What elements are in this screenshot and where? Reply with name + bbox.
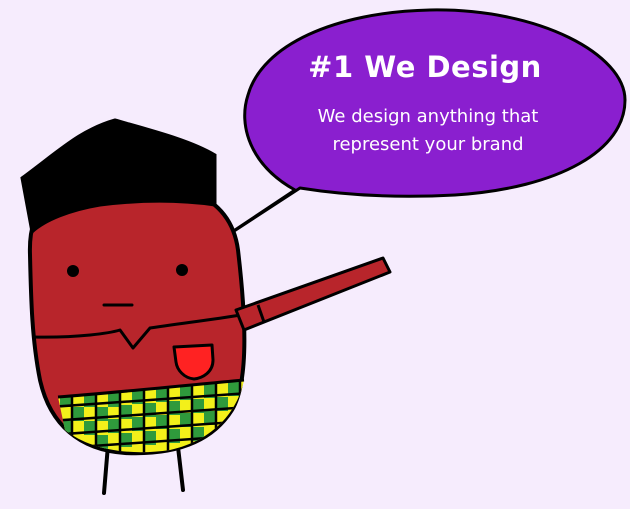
bubble-text: We design anything that represent your b… [268,103,588,159]
bubble-line-2: represent your brand [332,134,524,155]
bubble-line-1: We design anything that [317,106,539,127]
bubble-title: #1 We Design [308,50,542,84]
pointing-arm [234,256,392,332]
mascot-scene: #1 We Design We design anything that rep… [0,0,630,509]
